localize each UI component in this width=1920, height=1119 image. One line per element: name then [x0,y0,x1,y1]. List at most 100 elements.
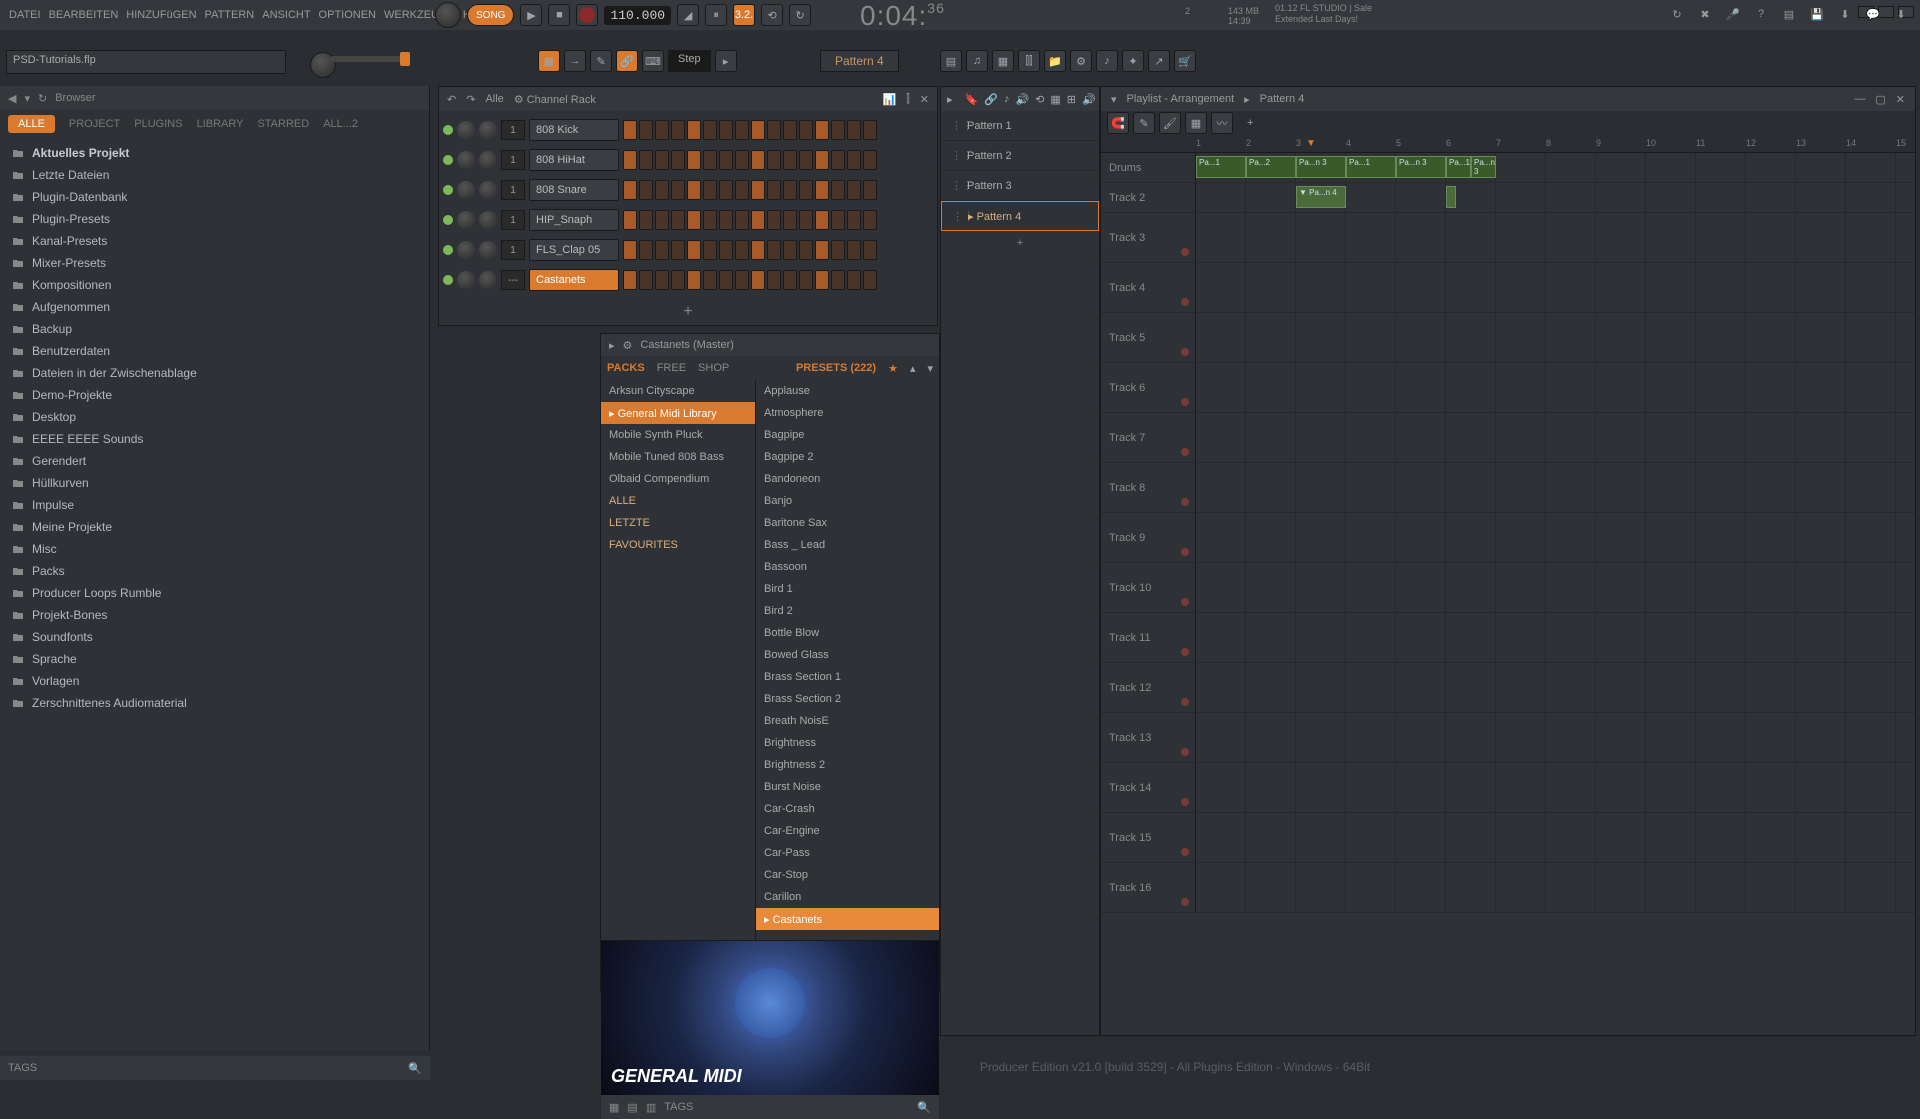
pattern-item[interactable]: ⋮⋮Pattern 3 [941,171,1099,201]
step-cell[interactable] [799,120,813,140]
tool1-button[interactable]: ✦ [1122,50,1144,72]
step-cell[interactable] [639,120,653,140]
track-lane[interactable] [1196,463,1915,512]
track-lane[interactable] [1196,613,1915,662]
step-cell[interactable] [671,180,685,200]
track-header[interactable]: Track 10 [1101,563,1196,612]
keyboard-button[interactable]: ⌨ [642,50,664,72]
track-header[interactable]: Drums [1101,153,1196,182]
track-header[interactable]: Track 2 [1101,183,1196,212]
tree-item[interactable]: Gerendert [0,450,429,472]
pl-tool6-icon[interactable]: ▦ [1050,93,1060,106]
plw-view-icon[interactable]: ▦ [1185,112,1207,134]
step-cell[interactable] [719,150,733,170]
channel-led[interactable] [443,155,453,165]
step-cell[interactable] [815,240,829,260]
browser-tags-footer[interactable]: TAGS 🔍 [0,1056,430,1080]
link-button[interactable]: → [564,50,586,72]
tree-item[interactable]: Hüllkurven [0,472,429,494]
clip[interactable] [1446,186,1456,208]
pb-up-icon[interactable]: ▴ [910,362,916,375]
plw-magnet-icon[interactable]: 🧲 [1107,112,1129,134]
channel-number[interactable]: --- [501,270,525,290]
wait-button[interactable]: ⏸ [705,4,727,26]
preset-item[interactable]: Car-Stop [756,864,939,886]
chain-button[interactable]: 🔗 [616,50,638,72]
tree-item[interactable]: Impulse [0,494,429,516]
pattern-selector[interactable]: Pattern 4 [820,50,899,72]
tree-item[interactable]: Producer Loops Rumble [0,582,429,604]
step-cell[interactable] [687,240,701,260]
step-cell[interactable] [639,240,653,260]
channel-led[interactable] [443,185,453,195]
channel-pan-knob[interactable] [457,121,475,139]
step-cell[interactable] [751,270,765,290]
step-cell[interactable] [687,270,701,290]
cr-graph-icon[interactable]: 📊 [883,93,897,106]
step-cell[interactable] [719,180,733,200]
step-cell[interactable] [751,210,765,230]
channel-vol-knob[interactable] [479,151,497,169]
browser-tab-project[interactable]: PROJECT [69,118,120,130]
step-cell[interactable] [863,180,877,200]
plw-add-icon[interactable]: + [1247,117,1253,129]
step-cell[interactable] [671,240,685,260]
preset-item[interactable]: Baritone Sax [756,512,939,534]
step-cell[interactable] [831,270,845,290]
pattern-item[interactable]: ⋮⋮▸ Pattern 4 [941,201,1099,231]
track-lane[interactable] [1196,213,1915,262]
track-arm-dot[interactable] [1181,748,1189,756]
step-cell[interactable] [831,240,845,260]
clip[interactable]: Pa...n 3 [1396,156,1446,178]
pb-view1-icon[interactable]: ▦ [609,1101,619,1114]
pack-item[interactable]: Mobile Tuned 808 Bass [601,446,755,468]
wand-button[interactable]: ✎ [590,50,612,72]
track-arm-dot[interactable] [1181,698,1189,706]
play-button[interactable]: ▶ [520,4,542,26]
browser-tab-alle[interactable]: ALLE [8,115,55,133]
pl-tool2-icon[interactable]: 🔗 [984,93,998,106]
news-ticker[interactable]: 01.12 FL STUDIO | SaleExtended Last Days… [1275,3,1372,25]
step-cell[interactable] [655,240,669,260]
tree-item[interactable]: Zerschnittenes Audiomaterial [0,692,429,714]
step-cell[interactable] [703,240,717,260]
track-lane[interactable] [1196,313,1915,362]
tree-item[interactable]: Sprache [0,648,429,670]
preset-item[interactable]: Brass Section 2 [756,688,939,710]
track-lane[interactable] [1196,513,1915,562]
track-header[interactable]: Track 13 [1101,713,1196,762]
track-arm-dot[interactable] [1181,598,1189,606]
step-cell[interactable] [799,180,813,200]
track-arm-dot[interactable] [1181,348,1189,356]
metronome-button[interactable]: ◢ [677,4,699,26]
pb-star-icon[interactable]: ★ [888,362,898,375]
panel-icon[interactable]: ▤ [1778,3,1800,25]
browser-options-icon[interactable]: ▾ [24,92,30,105]
step-cell[interactable] [735,180,749,200]
menu-item[interactable]: PATTERN [202,9,258,21]
step-cell[interactable] [655,120,669,140]
preset-item[interactable]: Brightness 2 [756,754,939,776]
preset-item[interactable]: Car-Engine [756,820,939,842]
tree-item[interactable]: Demo-Projekte [0,384,429,406]
record-button[interactable] [576,4,598,26]
preset-item[interactable]: Brass Section 1 [756,666,939,688]
step-cell[interactable] [623,180,637,200]
track-arm-dot[interactable] [1181,648,1189,656]
step-cell[interactable] [863,120,877,140]
step-cell[interactable] [783,150,797,170]
track-arm-dot[interactable] [1181,548,1189,556]
pattern-item[interactable]: ⋮⋮Pattern 1 [941,111,1099,141]
plugin-button[interactable]: ⚙ [1070,50,1092,72]
pb-tab-shop[interactable]: SHOP [698,362,729,374]
tree-item[interactable]: Aktuelles Projekt [0,142,429,164]
step-cell[interactable] [687,120,701,140]
channel-vol-knob[interactable] [479,241,497,259]
plw-minimize-icon[interactable]: — [1854,93,1865,105]
browser-tab-starred[interactable]: STARRED [257,118,309,130]
tree-item[interactable]: Benutzerdaten [0,340,429,362]
overdub-button[interactable]: ⟲ [761,4,783,26]
step-cell[interactable] [671,210,685,230]
track-arm-dot[interactable] [1181,898,1189,906]
step-cell[interactable] [671,270,685,290]
